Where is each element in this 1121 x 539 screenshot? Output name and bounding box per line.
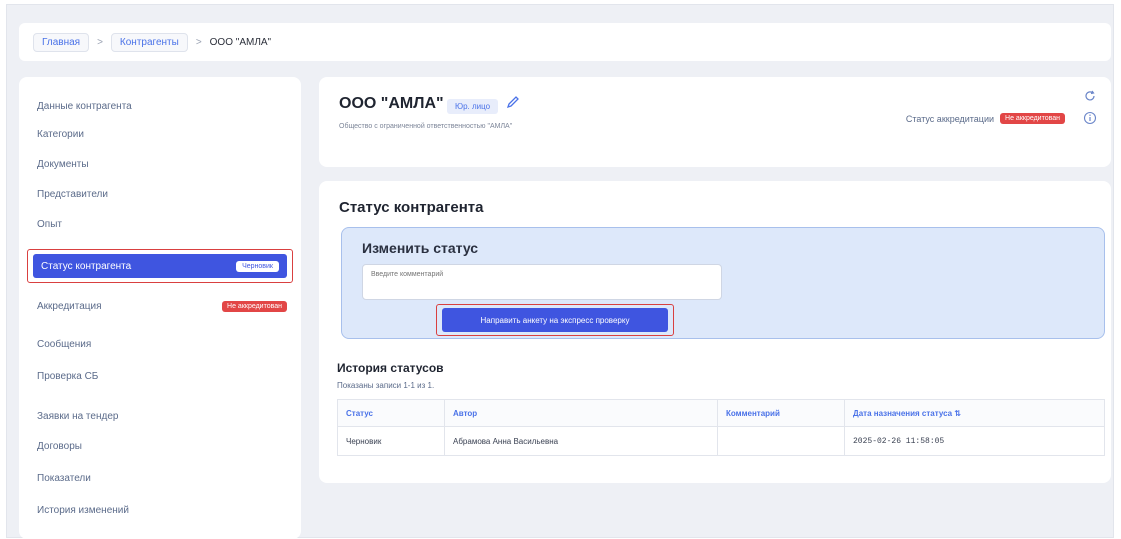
sidebar-item-change-history[interactable]: История изменений	[37, 505, 129, 516]
table-row: Черновик Абрамова Анна Васильевна 2025-0…	[337, 426, 1105, 456]
cell-comment	[717, 426, 845, 456]
status-section: Статус контрагента Изменить статус Напра…	[319, 181, 1111, 483]
breadcrumb-separator: >	[97, 36, 103, 48]
history-title: История статусов	[337, 361, 444, 375]
history-count: Показаны записи 1-1 из 1.	[337, 381, 435, 390]
comment-input[interactable]	[362, 264, 722, 300]
breadcrumb-separator: >	[195, 36, 202, 48]
info-icon[interactable]	[1083, 111, 1097, 125]
sidebar: Данные контрагента Категории Документы П…	[19, 77, 301, 539]
change-status-title: Изменить статус	[362, 240, 479, 256]
sidebar-item-messages[interactable]: Сообщения	[37, 339, 91, 350]
status-badge: Черновик	[236, 260, 279, 272]
app-window: Главная > Контрагенты > ООО "АМЛА" Данны…	[6, 4, 1114, 539]
send-express-check-button[interactable]: Направить анкету на экспресс проверку	[442, 308, 668, 332]
table-header-row: Статус Автор Комментарий Дата назначения…	[337, 399, 1105, 427]
section-title: Статус контрагента	[339, 199, 484, 216]
accreditation-status: Статус аккредитации Не аккредитован	[906, 113, 1065, 124]
sidebar-item-security-check[interactable]: Проверка СБ	[37, 371, 98, 382]
accreditation-label: Статус аккредитации	[905, 113, 995, 124]
column-header-status[interactable]: Статус	[337, 399, 445, 427]
sidebar-item-categories[interactable]: Категории	[37, 129, 84, 140]
sidebar-item-documents[interactable]: Документы	[37, 159, 89, 170]
org-full-name: Общество с ограниченной ответственностью…	[339, 123, 513, 130]
column-header-date[interactable]: Дата назначения статуса ⇅	[844, 399, 1105, 427]
column-header-author[interactable]: Автор	[444, 399, 718, 427]
sidebar-item-label: Статус контрагента	[41, 260, 132, 272]
breadcrumb-home-link[interactable]: Главная	[33, 32, 90, 52]
column-header-comment[interactable]: Комментарий	[717, 399, 845, 427]
breadcrumb-current: ООО "АМЛА"	[209, 36, 272, 48]
sidebar-item-representatives[interactable]: Представители	[37, 189, 108, 200]
sidebar-item-status[interactable]: Статус контрагента Черновик	[33, 254, 287, 278]
cell-author: Абрамова Анна Васильевна	[444, 426, 718, 456]
status-history-table: Статус Автор Комментарий Дата назначения…	[337, 399, 1105, 456]
sidebar-item-accreditation[interactable]: Аккредитация Не аккредитован	[37, 301, 287, 312]
cell-status: Черновик	[337, 426, 445, 456]
change-status-panel: Изменить статус Направить анкету на эксп…	[341, 227, 1105, 339]
breadcrumb-counterparties-link[interactable]: Контрагенты	[110, 32, 188, 52]
cell-date: 2025-02-26 11:58:05	[844, 426, 1105, 456]
counterparty-header: ООО "АМЛА" Юр. лицо Общество с ограничен…	[319, 77, 1111, 167]
sidebar-item-experience[interactable]: Опыт	[37, 219, 62, 230]
sidebar-item-tenders[interactable]: Заявки на тендер	[37, 411, 118, 422]
edit-pencil-icon[interactable]	[505, 94, 521, 110]
sidebar-item-label: Аккредитация	[37, 301, 102, 312]
page-title: ООО "АМЛА"	[339, 95, 444, 112]
sidebar-item-data[interactable]: Данные контрагента	[37, 101, 132, 112]
accreditation-badge: Не аккредитован	[222, 301, 287, 312]
breadcrumb: Главная > Контрагенты > ООО "АМЛА"	[19, 23, 1111, 61]
entity-type-badge: Юр. лицо	[447, 99, 499, 114]
refresh-icon[interactable]	[1083, 89, 1097, 103]
sidebar-item-contracts[interactable]: Договоры	[37, 441, 82, 452]
sidebar-item-indicators[interactable]: Показатели	[37, 473, 91, 484]
accreditation-badge: Не аккредитован	[1000, 113, 1065, 124]
